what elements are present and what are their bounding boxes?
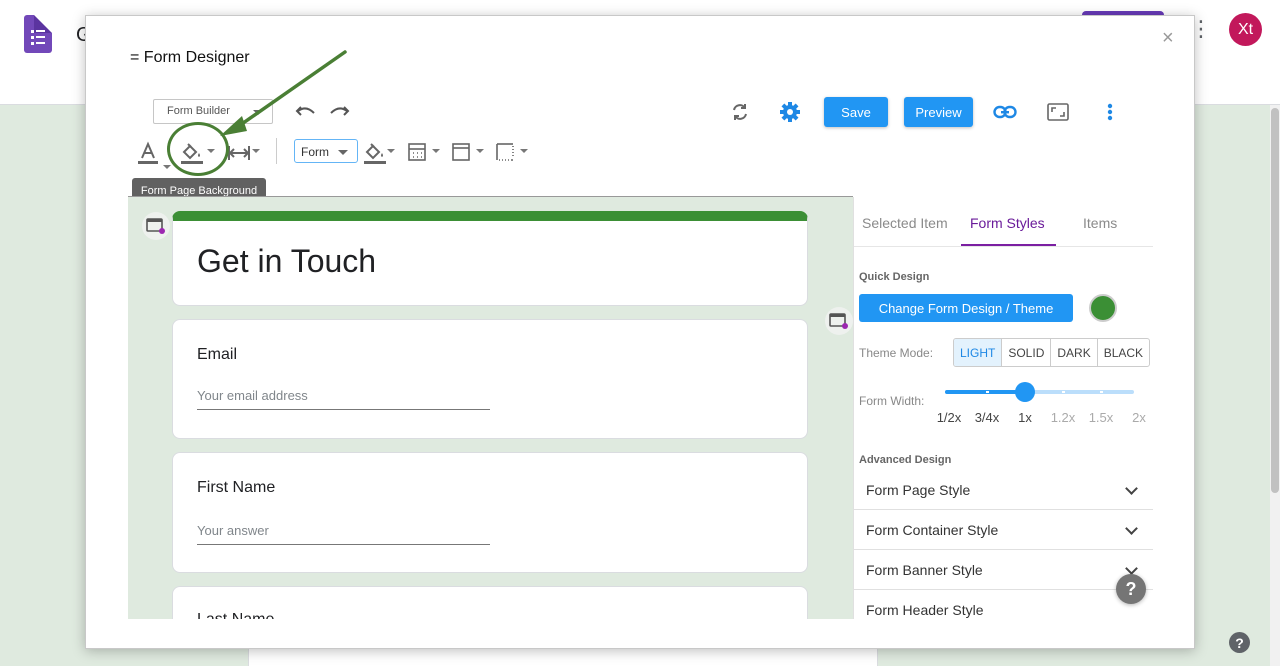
- gear-icon[interactable]: [778, 100, 802, 124]
- chevron-down-icon[interactable]: [520, 149, 528, 153]
- form-container-style-section[interactable]: Form Container Style: [854, 510, 1153, 550]
- question-card-first-name[interactable]: First Name Your answer: [172, 452, 808, 573]
- change-theme-button[interactable]: Change Form Design / Theme: [859, 294, 1073, 322]
- chevron-down-icon[interactable]: [252, 149, 260, 153]
- border-style-icon[interactable]: [450, 141, 472, 163]
- form-title-card[interactable]: Get in Touch: [172, 211, 808, 306]
- form-preview-canvas: Get in Touch Email Your email address Fi…: [128, 196, 853, 619]
- question-card-email[interactable]: Email Your email address: [172, 319, 808, 439]
- preview-button[interactable]: Preview: [904, 97, 973, 127]
- toolbar-divider: [276, 138, 277, 164]
- active-tab-indicator: [961, 244, 1056, 246]
- tab-form-styles[interactable]: Form Styles: [970, 215, 1045, 231]
- slider-fill: [945, 390, 1025, 394]
- question-label: Email: [197, 346, 238, 363]
- redo-icon[interactable]: [326, 101, 352, 121]
- advanced-design-label: Advanced Design: [859, 454, 952, 466]
- width-icon[interactable]: [226, 140, 252, 166]
- element-select-value: Form: [301, 145, 329, 159]
- google-forms-logo-icon[interactable]: [24, 15, 52, 53]
- slider-tick: [1100, 391, 1103, 393]
- question-card-last-name[interactable]: Last Name: [172, 586, 808, 619]
- text-color-icon[interactable]: [136, 140, 160, 166]
- builder-mode-select[interactable]: Form Builder: [153, 99, 273, 124]
- width-option-label[interactable]: 1x: [1005, 410, 1045, 425]
- tab-selected-item[interactable]: Selected Item: [862, 215, 948, 231]
- form-title: Get in Touch: [197, 243, 377, 279]
- refresh-icon[interactable]: [728, 100, 752, 124]
- theme-mode-label: Theme Mode:: [859, 346, 934, 360]
- chevron-down-icon[interactable]: [432, 149, 440, 153]
- border-outline-icon[interactable]: [494, 141, 516, 163]
- container-settings-icon[interactable]: [825, 307, 853, 335]
- design-side-panel: Selected Item Form Styles Items Quick De…: [853, 197, 1153, 619]
- chevron-down-icon[interactable]: [163, 165, 171, 169]
- theme-color-swatch[interactable]: [1089, 294, 1117, 322]
- width-option-label[interactable]: 1.5x: [1081, 410, 1121, 425]
- chevron-down-icon: [253, 110, 263, 115]
- builder-mode-value: Form Builder: [167, 105, 230, 117]
- slider-thumb[interactable]: [1015, 382, 1035, 402]
- background-help-icon[interactable]: ?: [1229, 632, 1250, 653]
- width-option-label[interactable]: 3/4x: [967, 410, 1007, 425]
- help-icon[interactable]: ?: [1116, 574, 1146, 604]
- avatar[interactable]: Xt: [1229, 13, 1262, 46]
- form-page-style-section[interactable]: Form Page Style: [854, 470, 1153, 510]
- link-icon[interactable]: [993, 100, 1017, 124]
- theme-mode-light[interactable]: LIGHT: [954, 339, 1003, 366]
- panel-tabs: Selected Item Form Styles Items: [854, 197, 1153, 247]
- form-fill-color-icon[interactable]: [362, 140, 388, 166]
- border-inner-icon[interactable]: [406, 141, 428, 163]
- width-option-label[interactable]: 1.2x: [1043, 410, 1083, 425]
- width-option-label[interactable]: 1/2x: [929, 410, 969, 425]
- section-label: Form Banner Style: [866, 562, 983, 578]
- theme-mode-toggle: LIGHT SOLID DARK BLACK: [953, 338, 1151, 367]
- form-width-label: Form Width:: [859, 394, 925, 408]
- question-label: First Name: [197, 479, 276, 496]
- element-select[interactable]: Form: [294, 139, 358, 163]
- dialog-title: = Form Designer: [130, 49, 250, 66]
- more-vert-icon[interactable]: [1100, 100, 1120, 124]
- email-field[interactable]: Your email address: [197, 388, 490, 410]
- section-label: Form Page Style: [866, 482, 971, 498]
- section-label: Form Container Style: [866, 522, 999, 538]
- highlight-circle: [167, 122, 229, 176]
- question-label: Last Name: [197, 611, 274, 619]
- slider-tick: [986, 391, 989, 393]
- card-settings-icon[interactable]: [142, 212, 170, 240]
- theme-mode-dark[interactable]: DARK: [1051, 339, 1098, 366]
- quick-design-label: Quick Design: [859, 271, 930, 283]
- save-button[interactable]: Save: [824, 97, 888, 127]
- theme-mode-solid[interactable]: SOLID: [1002, 339, 1052, 366]
- background-form-card: [248, 648, 878, 666]
- page-scrollbar-thumb[interactable]: [1271, 108, 1279, 493]
- chevron-down-icon: [1125, 522, 1138, 535]
- tab-items[interactable]: Items: [1083, 215, 1117, 231]
- chevron-down-icon[interactable]: [387, 149, 395, 153]
- close-icon[interactable]: ×: [1162, 28, 1174, 48]
- chevron-down-icon[interactable]: [476, 149, 484, 153]
- form-banner-style-section[interactable]: Form Banner Style: [854, 550, 1153, 590]
- fullscreen-icon[interactable]: [1046, 100, 1070, 124]
- form-header-style-section[interactable]: Form Header Style: [854, 590, 1153, 619]
- width-option-label[interactable]: 2x: [1119, 410, 1153, 425]
- theme-mode-black[interactable]: BLACK: [1098, 339, 1149, 366]
- chevron-down-icon: [1125, 562, 1138, 575]
- first-name-field[interactable]: Your answer: [197, 523, 490, 545]
- chevron-down-icon: [1125, 482, 1138, 495]
- form-designer-dialog: = Form Designer × Form Builder Save Prev…: [85, 15, 1195, 649]
- section-label: Form Header Style: [866, 602, 984, 618]
- chevron-down-icon: [338, 150, 348, 155]
- undo-icon[interactable]: [293, 101, 319, 121]
- slider-tick: [1062, 391, 1065, 393]
